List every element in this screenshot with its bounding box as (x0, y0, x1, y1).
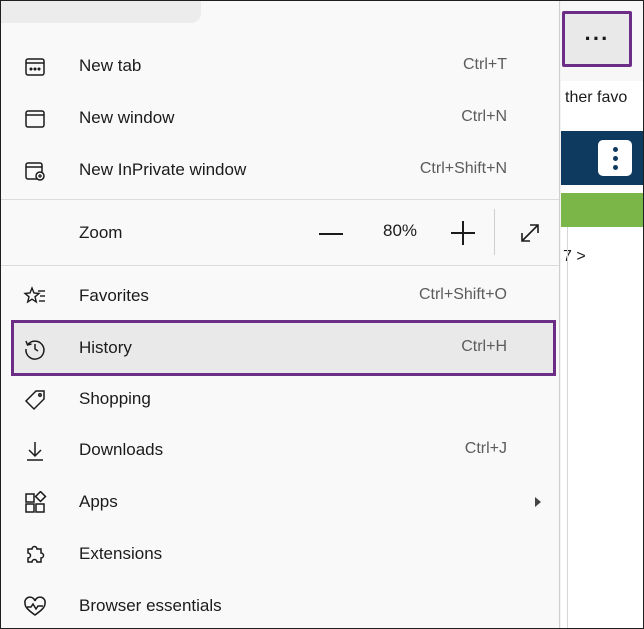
menu-item-shortcut: Ctrl+Shift+O (418, 286, 507, 303)
tag-icon (23, 388, 47, 412)
browser-menu: New tab Ctrl+T New window Ctrl+N New InP… (1, 1, 560, 628)
menu-item-label: History (79, 338, 132, 357)
menu-item-label: Extensions (79, 544, 163, 563)
menu-item-shortcut: Ctrl+J (464, 440, 507, 457)
menu-item-history[interactable]: History Ctrl+H (13, 325, 553, 373)
site-banner (561, 193, 643, 227)
inprivate-icon (23, 159, 47, 183)
window-icon (23, 107, 47, 131)
zoom-level: 80% (383, 221, 418, 240)
zoom-in-button[interactable] (451, 221, 475, 245)
menu-item-label: Browser essentials (79, 596, 222, 615)
menu-item-shopping[interactable]: Shopping (13, 376, 553, 424)
menu-item-label: New InPrivate window (79, 160, 247, 179)
menu-item-extensions[interactable]: Extensions (13, 531, 553, 579)
chevron-right-icon (535, 497, 541, 507)
menu-item-favorites[interactable]: Favorites Ctrl+Shift+O (13, 273, 553, 321)
settings-and-more-button[interactable]: ··· (562, 11, 632, 67)
zoom-label: Zoom (79, 223, 123, 242)
heart-pulse-icon (23, 595, 47, 619)
menu-item-shortcut: Ctrl+T (463, 56, 507, 73)
menu-item-new-inprivate-window[interactable]: New InPrivate window Ctrl+Shift+N (13, 147, 553, 195)
download-icon (23, 439, 47, 463)
zoom-out-button[interactable] (319, 233, 343, 235)
menu-item-apps[interactable]: Apps (13, 479, 553, 527)
screenshot-frame: ··· ther favo 7 > New tab Ctrl+T New win… (0, 0, 644, 629)
menu-item-shortcut: Ctrl+Shift+N (419, 160, 507, 177)
history-icon (23, 337, 47, 361)
other-favorites-label[interactable]: ther favo (565, 89, 627, 107)
fullscreen-icon[interactable] (516, 219, 544, 247)
divider (567, 227, 568, 628)
menu-item-label: Favorites (79, 286, 149, 305)
tab-edge (1, 1, 201, 23)
menu-separator (1, 265, 559, 266)
apps-icon (23, 491, 47, 515)
menu-item-browser-essentials[interactable]: Browser essentials (13, 583, 553, 628)
menu-item-downloads[interactable]: Downloads Ctrl+J (13, 427, 553, 475)
menu-item-label: New window (79, 108, 175, 127)
favorites-icon (23, 285, 47, 309)
menu-item-shortcut: Ctrl+N (461, 108, 507, 125)
site-menu-icon[interactable] (598, 140, 632, 176)
menu-item-label: Shopping (79, 389, 151, 408)
menu-item-label: Apps (79, 492, 118, 511)
menu-item-label: Downloads (79, 440, 164, 459)
menu-item-new-window[interactable]: New window Ctrl+N (13, 95, 553, 143)
menu-item-new-tab[interactable]: New tab Ctrl+T (13, 43, 553, 91)
menu-item-shortcut: Ctrl+H (461, 338, 507, 355)
zoom-divider (494, 209, 495, 255)
menu-item-label: New tab (79, 56, 142, 75)
menu-separator (1, 199, 559, 200)
new-tab-icon (23, 55, 47, 79)
puzzle-icon (23, 543, 47, 567)
